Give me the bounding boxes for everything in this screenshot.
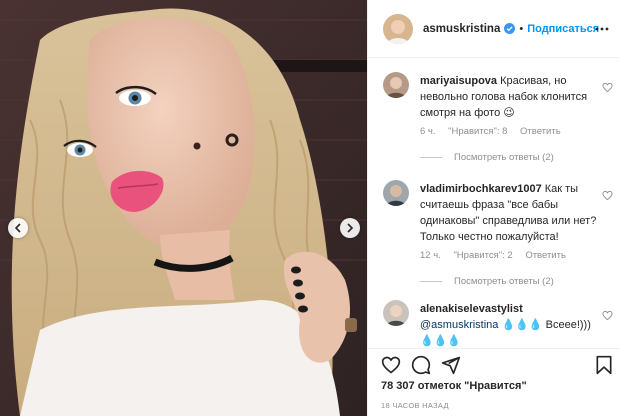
comment-text: vladimirbochkarev1007 Как ты считаешь фр… <box>420 181 602 245</box>
author-avatar[interactable] <box>383 13 413 44</box>
comment-item: mariyaisupova Красивая, но невольно голо… <box>383 72 613 182</box>
comment-like-icon[interactable] <box>602 190 613 201</box>
comment-meta: 6 ч. "Нравится": 8 Ответить <box>420 126 571 137</box>
comment-item: alenakiselevastylist @asmuskristina 💧💧💧 … <box>383 300 613 348</box>
author-username[interactable]: asmuskristina <box>423 23 500 35</box>
commenter-avatar[interactable] <box>383 72 409 98</box>
comment-icon[interactable] <box>411 355 431 375</box>
chevron-left-icon <box>14 223 21 233</box>
selfie-image <box>0 0 367 416</box>
post-header: asmuskristina • Подписаться <box>368 0 620 58</box>
comment-text: mariyaisupova Красивая, но невольно голо… <box>420 73 602 121</box>
commenter-avatar[interactable] <box>383 180 409 206</box>
comment-mention[interactable]: @asmuskristina <box>420 319 498 331</box>
post-photo[interactable] <box>0 0 367 416</box>
like-count[interactable]: 78 307 отметок "Нравится" <box>381 380 527 392</box>
comment-like-icon[interactable] <box>602 310 613 321</box>
comment-text: alenakiselevastylist @asmuskristina 💧💧💧 … <box>420 301 602 348</box>
view-replies-label: Посмотреть ответы (2) <box>454 276 554 287</box>
commenter-username[interactable]: vladimirbochkarev1007 <box>420 183 542 195</box>
next-photo-button[interactable] <box>340 218 360 238</box>
follow-button[interactable]: Подписаться <box>527 23 599 35</box>
chevron-right-icon <box>347 223 354 233</box>
comment-time: 6 ч. <box>420 126 436 137</box>
reply-button[interactable]: Ответить <box>520 126 561 137</box>
post-side-panel: asmuskristina • Подписаться mariyaisupov… <box>367 0 620 416</box>
comment-like-icon[interactable] <box>602 82 613 93</box>
reply-button[interactable]: Ответить <box>525 250 566 261</box>
header-separator: • <box>519 22 524 35</box>
heart-icon[interactable] <box>381 355 401 375</box>
view-replies-label: Посмотреть ответы (2) <box>454 152 554 163</box>
comment-time: 12 ч. <box>420 250 441 261</box>
commenter-username[interactable]: mariyaisupova <box>420 75 497 87</box>
view-replies-button[interactable]: Посмотреть ответы (2) <box>420 152 554 163</box>
commenter-avatar[interactable] <box>383 300 409 326</box>
share-icon[interactable] <box>441 355 461 375</box>
post-actions: 78 307 отметок "Нравится" 18 ЧАСОВ НАЗАД <box>368 348 620 416</box>
verified-badge-icon <box>504 23 516 34</box>
post-timestamp: 18 ЧАСОВ НАЗАД <box>381 401 449 410</box>
bookmark-icon[interactable] <box>594 355 614 375</box>
replies-divider <box>420 281 442 282</box>
comment-item: vladimirbochkarev1007 Как ты считаешь фр… <box>383 180 613 290</box>
previous-photo-button[interactable] <box>8 218 28 238</box>
replies-divider <box>420 157 442 158</box>
comment-like-count[interactable]: "Нравится": 8 <box>448 126 507 137</box>
view-replies-button[interactable]: Посмотреть ответы (2) <box>420 276 554 287</box>
comments-list[interactable]: mariyaisupova Красивая, но невольно голо… <box>368 58 620 348</box>
more-options-icon[interactable] <box>595 22 609 36</box>
commenter-username[interactable]: alenakiselevastylist <box>420 303 523 315</box>
comment-like-count[interactable]: "Нравится": 2 <box>453 250 512 261</box>
comment-meta: 12 ч. "Нравится": 2 Ответить <box>420 250 576 261</box>
